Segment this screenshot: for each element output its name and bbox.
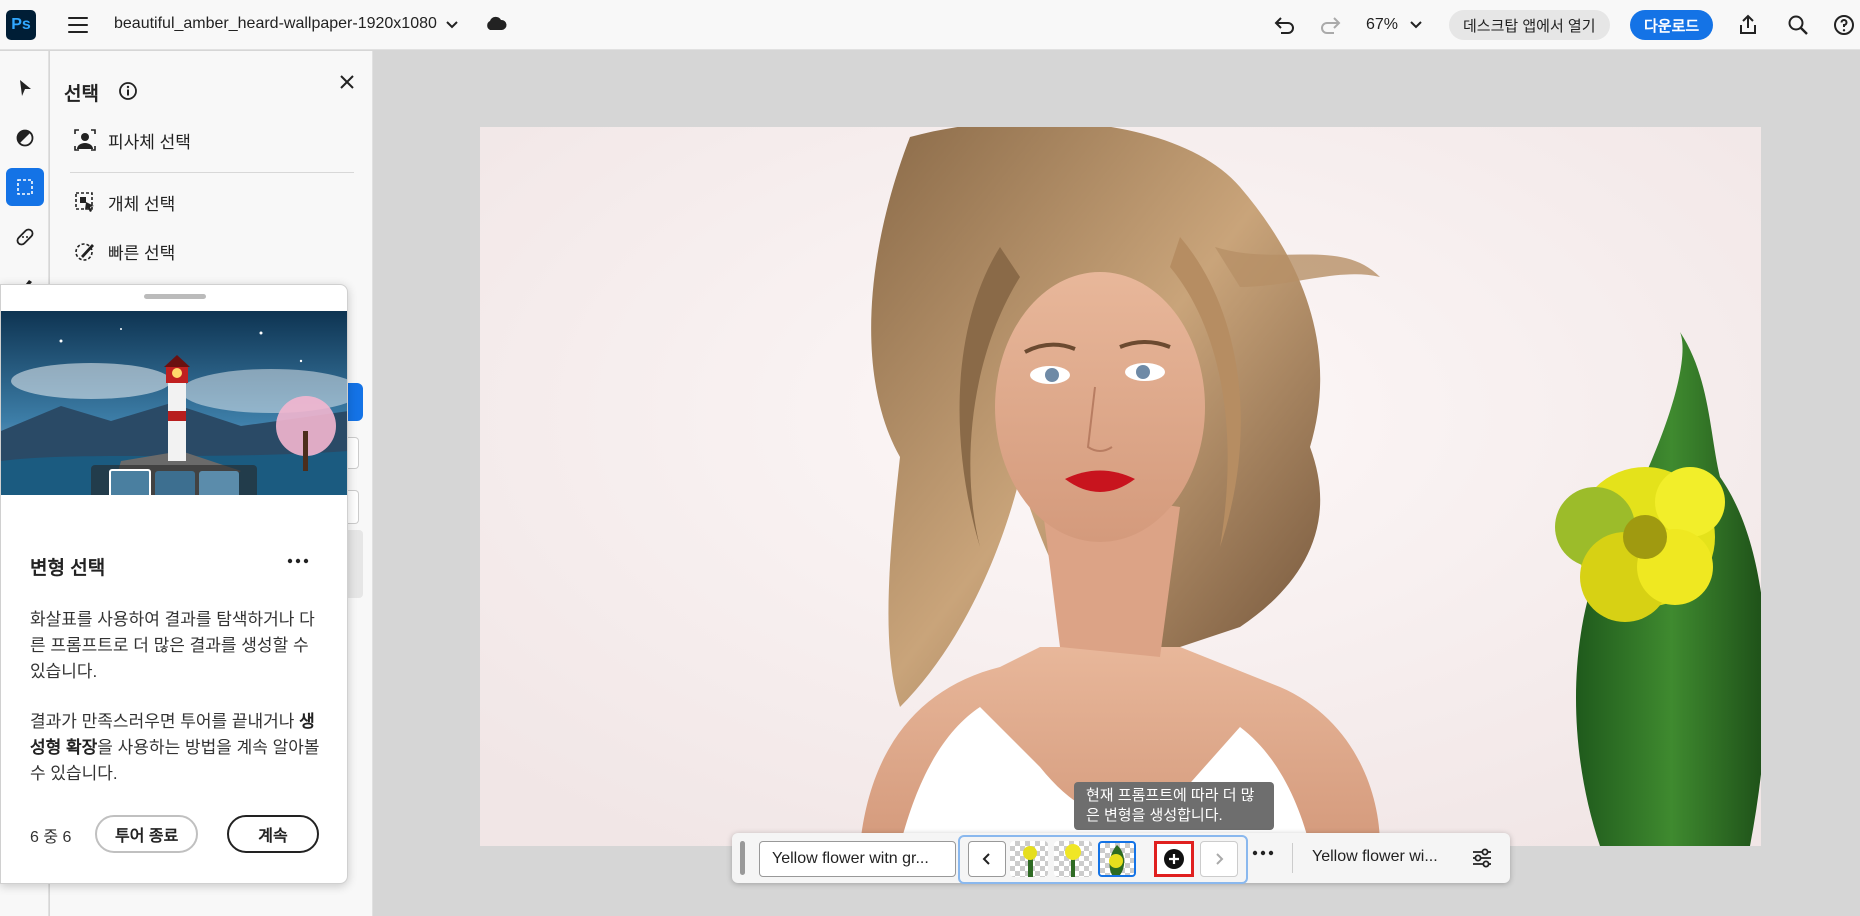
- chevron-down-icon[interactable]: [444, 16, 460, 32]
- tour-heading: 변형 선택: [30, 558, 106, 579]
- cloud-icon[interactable]: [484, 14, 508, 34]
- panel-control[interactable]: [347, 437, 359, 469]
- download-button[interactable]: 다운로드: [1630, 10, 1714, 40]
- close-icon[interactable]: [336, 71, 358, 93]
- object-select-button[interactable]: 개체 선택: [72, 187, 175, 217]
- next-variation-button[interactable]: [1200, 841, 1238, 877]
- preview-thumbnail: [155, 471, 195, 495]
- object-select-label: 개체 선택: [108, 194, 176, 214]
- quick-select-label: 빠른 선택: [108, 243, 176, 263]
- tour-illustration: [1, 311, 347, 495]
- quick-select-icon: [75, 243, 94, 261]
- generated-layer-label[interactable]: Yellow flower wi...: [1312, 848, 1438, 866]
- subject-select-button[interactable]: 피사체 선택: [72, 125, 191, 155]
- tour-step-counter: 6 중 6: [30, 829, 72, 846]
- variation-strip-preview: [91, 465, 257, 495]
- bandage-icon: [16, 228, 34, 246]
- tour-description: 화살표를 사용하여 결과를 탐색하거나 다른 프롬프트로 더 많은 결과를 생성…: [30, 610, 315, 681]
- panel-control[interactable]: [347, 530, 363, 598]
- end-tour-button[interactable]: 투어 종료: [95, 815, 199, 853]
- more-options-icon[interactable]: [1252, 849, 1274, 857]
- adjustments-sliders-icon[interactable]: [1470, 846, 1494, 870]
- contrast-icon: [16, 129, 34, 147]
- variation-thumbnail[interactable]: [1054, 841, 1092, 877]
- preview-thumbnail: [109, 469, 151, 495]
- generate-more-variations-button[interactable]: [1154, 841, 1194, 877]
- top-bar: Ps beautiful_amber_heard-wallpaper-1920x…: [0, 0, 1860, 50]
- drag-handle[interactable]: [740, 841, 745, 875]
- plus-circle-icon: [1164, 849, 1184, 869]
- panel-control[interactable]: [347, 490, 359, 524]
- yellow-flower-icon: [1065, 844, 1081, 877]
- tour-text: 결과가 만족스러우면 투어를 끝내거나: [30, 712, 300, 731]
- search-icon[interactable]: [1786, 13, 1810, 37]
- selection-tool[interactable]: [6, 168, 44, 206]
- variation-thumbnail[interactable]: [1010, 841, 1048, 877]
- document-title[interactable]: beautiful_amber_heard-wallpaper-1920x108…: [114, 15, 437, 33]
- previous-variation-button[interactable]: [968, 841, 1006, 877]
- chevron-left-icon: [982, 853, 990, 865]
- tooltip: 현재 프롬프트에 따라 더 많은 변형을 생성합니다.: [1074, 782, 1274, 830]
- object-select-icon: [75, 192, 94, 212]
- share-icon[interactable]: [1736, 13, 1760, 37]
- yellow-flower-icon: [1023, 846, 1037, 877]
- hamburger-menu-icon[interactable]: [66, 13, 90, 37]
- zoom-level[interactable]: 67%: [1366, 16, 1398, 34]
- move-tool[interactable]: [6, 69, 44, 107]
- quick-select-button[interactable]: 빠른 선택: [72, 236, 175, 266]
- variation-thumbnail-selected[interactable]: [1098, 841, 1136, 877]
- preview-thumbnail: [199, 471, 239, 495]
- subject-select-icon: [74, 129, 96, 151]
- photoshop-logo[interactable]: Ps: [6, 10, 36, 40]
- more-options-icon[interactable]: [287, 557, 309, 565]
- adjustments-tool[interactable]: [6, 119, 44, 157]
- healing-tool[interactable]: [6, 218, 44, 256]
- tour-card: 변형 선택 화살표를 사용하여 결과를 탐색하거나 다른 프롬프트로 더 많은 …: [0, 284, 348, 884]
- contextual-task-bar: Yellow flower witn gr... Yellow flower w…: [732, 833, 1510, 884]
- info-icon[interactable]: [118, 81, 138, 101]
- portrait-image: [480, 127, 1761, 846]
- drag-handle[interactable]: [144, 294, 206, 299]
- marquee-selection-icon: [17, 179, 33, 195]
- yellow-flower-icon: [1109, 845, 1125, 875]
- chevron-right-icon: [1216, 853, 1224, 865]
- tour-description-2: 결과가 만족스러우면 투어를 끝내거나 생성형 확장을 사용하는 방법을 계속 …: [30, 709, 326, 787]
- document-canvas[interactable]: [480, 127, 1761, 846]
- prompt-input[interactable]: Yellow flower witn gr...: [759, 841, 956, 877]
- open-in-desktop-button[interactable]: 데스크탑 앱에서 열기: [1449, 10, 1610, 40]
- subject-select-label: 피사체 선택: [108, 132, 191, 152]
- panel-active-tab[interactable]: [347, 383, 363, 421]
- continue-button[interactable]: 계속: [227, 815, 319, 853]
- zoom-chevron-down-icon[interactable]: [1408, 16, 1424, 32]
- help-icon[interactable]: [1832, 13, 1856, 37]
- divider: [1292, 843, 1293, 873]
- divider: [70, 172, 354, 173]
- undo-icon[interactable]: [1273, 13, 1297, 37]
- panel-title: 선택: [64, 84, 99, 105]
- arrow-pointer-icon: [20, 80, 31, 96]
- redo-icon: [1321, 17, 1341, 34]
